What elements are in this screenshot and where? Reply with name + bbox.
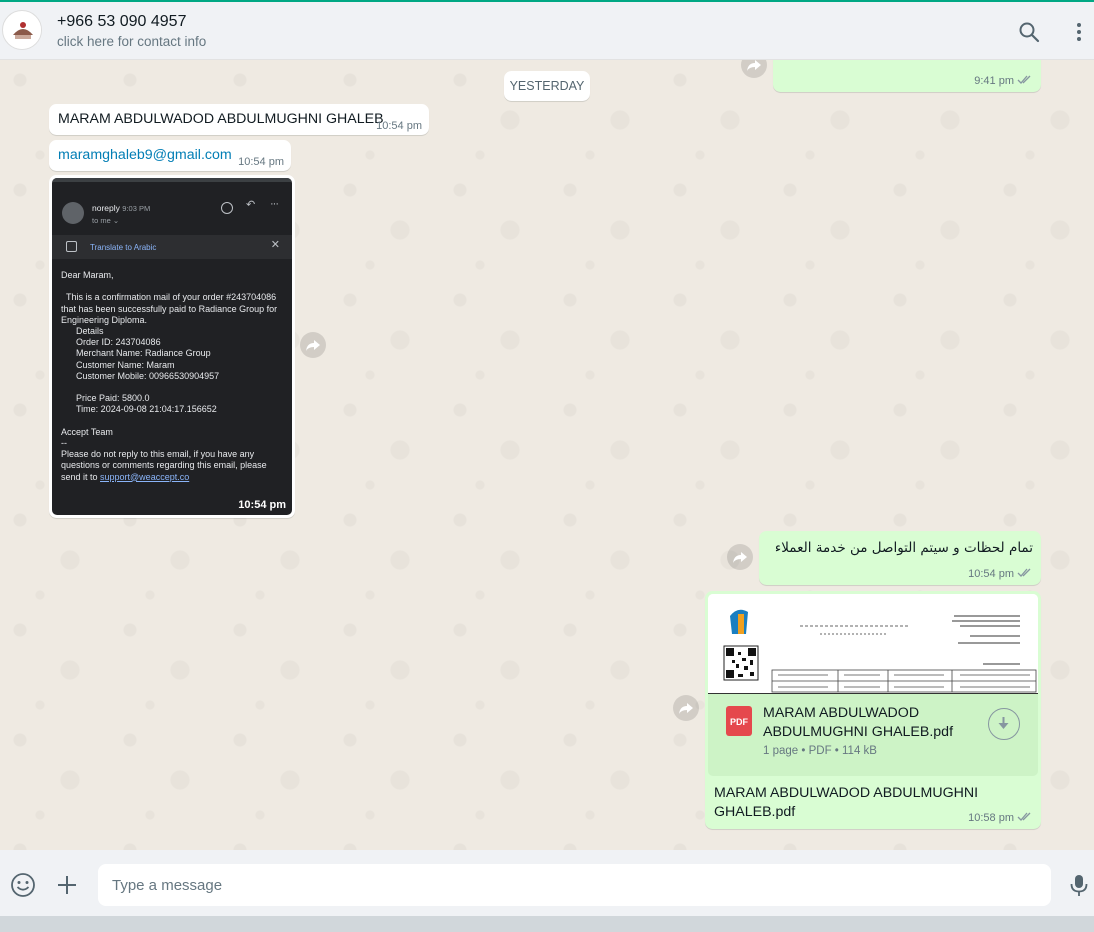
sender-name: noreply 9:03 PM xyxy=(92,203,151,213)
message-time: 10:54 pm xyxy=(376,120,422,132)
recipient-label: to me ⌄ xyxy=(92,216,120,225)
message-time: 9:41 pm xyxy=(974,74,1033,88)
message-bubble-outgoing[interactable]: 9:41 pm xyxy=(773,60,1041,92)
emoji-react-icon xyxy=(221,202,233,214)
email-body: Dear Maram, This is a confirmation mail … xyxy=(61,270,278,482)
email-link[interactable]: maramghaleb9@gmail.com xyxy=(58,146,232,165)
translate-bar: Translate to Arabic ✕ xyxy=(52,235,292,259)
translate-icon xyxy=(66,241,77,252)
date-divider: YESTERDAY xyxy=(504,71,590,101)
contact-name[interactable]: +966 53 090 4957 xyxy=(57,13,186,31)
forward-icon[interactable] xyxy=(727,544,753,570)
document-message-bubble[interactable]: PDF MARAM ABDULWADOD ABDULMUGHNI GHALEB.… xyxy=(705,591,1041,829)
search-icon[interactable] xyxy=(1017,20,1041,44)
message-bubble-incoming[interactable]: MARAM ABDULWADOD ABDULMUGHNI GHALEB 10:5… xyxy=(49,104,429,135)
microphone-icon[interactable] xyxy=(1065,871,1093,899)
reply-icon: ↶ xyxy=(246,199,256,211)
chat-header: +966 53 090 4957 click here for contact … xyxy=(0,0,1094,60)
translate-label: Translate to Arabic xyxy=(90,243,157,252)
chat-panel[interactable]: 9:41 pm YESTERDAY MARAM ABDULWADOD ABDUL… xyxy=(0,60,1094,850)
forward-icon[interactable] xyxy=(741,60,767,78)
message-time: 10:54 pm xyxy=(968,567,1033,581)
message-time: 10:58 pm xyxy=(968,811,1033,825)
message-bubble-outgoing[interactable]: تمام لحظات و سيتم التواصل من خدمة العملا… xyxy=(759,531,1041,585)
pdf-file-meta: 1 page • PDF • 114 kB xyxy=(763,745,877,757)
email-screenshot-image[interactable]: noreply 9:03 PM to me ⌄ ↶ ··· Translate … xyxy=(52,178,292,515)
double-check-icon xyxy=(1017,811,1033,825)
download-icon[interactable] xyxy=(988,708,1020,740)
double-check-icon xyxy=(1017,567,1033,581)
message-caption: MARAM ABDULWADOD ABDULMUGHNI GHALEB.pdf xyxy=(714,785,979,820)
composer-bar xyxy=(0,850,1094,916)
forward-icon[interactable] xyxy=(300,332,326,358)
pdf-file-name: MARAM ABDULWADOD ABDULMUGHNI GHALEB.pdf xyxy=(763,705,954,740)
message-text: MARAM ABDULWADOD ABDULMUGHNI GHALEB xyxy=(58,111,384,127)
attach-plus-icon[interactable] xyxy=(53,871,81,899)
message-text: تمام لحظات و سيتم التواصل من خدمة العملا… xyxy=(774,540,1033,556)
close-icon: ✕ xyxy=(270,239,280,251)
message-time: 10:54 pm xyxy=(238,156,284,168)
image-message-bubble[interactable]: noreply 9:03 PM to me ⌄ ↶ ··· Translate … xyxy=(49,175,295,518)
message-input[interactable] xyxy=(98,864,1051,906)
double-check-icon xyxy=(1017,74,1033,88)
message-bubble-incoming[interactable]: maramghaleb9@gmail.com 10:54 pm xyxy=(49,140,291,171)
contact-avatar[interactable] xyxy=(2,10,42,50)
pdf-file-icon: PDF xyxy=(726,706,752,736)
forward-icon[interactable] xyxy=(673,695,699,721)
pdf-preview-image[interactable] xyxy=(708,594,1038,694)
bottom-strip xyxy=(0,916,1094,932)
contact-info-link[interactable]: click here for contact info xyxy=(57,34,206,49)
emoji-icon[interactable] xyxy=(9,871,37,899)
pdf-attachment-card[interactable]: PDF MARAM ABDULWADOD ABDULMUGHNI GHALEB.… xyxy=(708,694,1038,776)
more-icon: ··· xyxy=(270,198,279,210)
sender-avatar xyxy=(62,202,84,224)
menu-icon[interactable] xyxy=(1067,20,1091,44)
message-time: 10:54 pm xyxy=(238,498,286,511)
